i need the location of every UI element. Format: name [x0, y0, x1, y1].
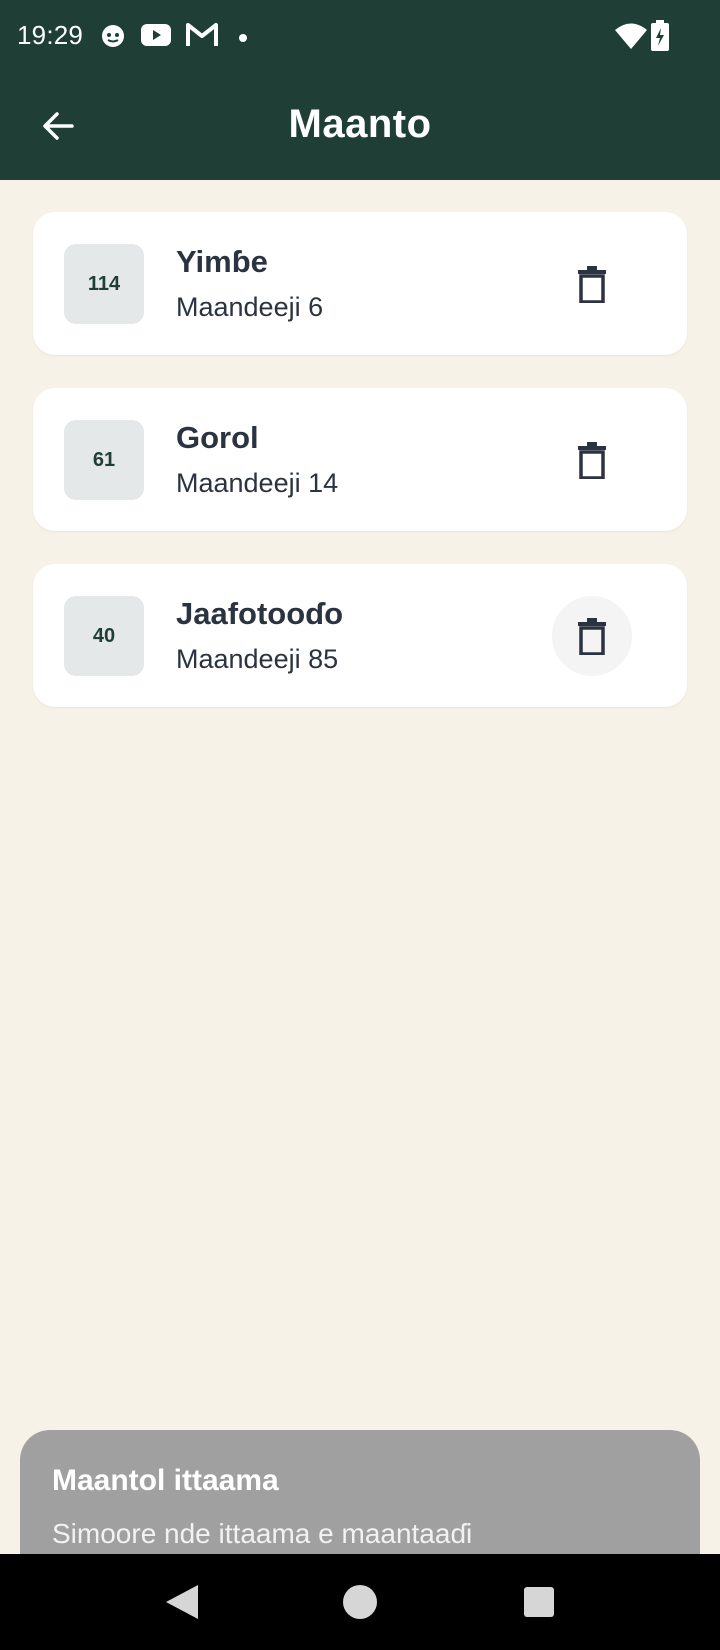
list-item[interactable]: 40 Jaafotooɗo Maandeeji 85	[33, 564, 687, 707]
battery-charging-icon	[650, 20, 670, 57]
item-subtitle: Maandeeji 14	[176, 468, 339, 498]
item-title: Gorol	[176, 420, 259, 455]
item-list: 114 Yimɓe Maandeeji 6 61 Gorol Maandeeji…	[33, 212, 687, 740]
item-title: Jaafotooɗo	[176, 596, 344, 631]
page-title: Maanto	[288, 102, 432, 146]
square-recents-icon	[524, 1587, 554, 1617]
circle-home-icon	[343, 1585, 377, 1619]
delete-button[interactable]	[552, 420, 632, 500]
delete-button[interactable]	[552, 244, 632, 324]
trash-icon	[578, 266, 606, 303]
gmail-icon	[186, 22, 218, 53]
sheet-title: Maantol ittaama	[52, 1464, 279, 1497]
list-item[interactable]: 61 Gorol Maandeeji 14	[33, 388, 687, 531]
count-badge: 40	[64, 596, 144, 676]
dot-icon	[238, 30, 248, 48]
count-badge: 61	[64, 420, 144, 500]
nav-back-button[interactable]	[154, 1574, 210, 1630]
cat-icon	[100, 22, 126, 53]
app-bar: Maanto	[0, 74, 720, 180]
nav-recents-button[interactable]	[511, 1574, 567, 1630]
wifi-icon	[614, 22, 648, 55]
item-title: Yimɓe	[176, 244, 268, 279]
delete-button[interactable]	[552, 596, 632, 676]
item-subtitle: Maandeeji 6	[176, 292, 324, 322]
item-subtitle: Maandeeji 85	[176, 644, 339, 674]
triangle-back-icon	[166, 1585, 198, 1619]
status-time: 19:29	[17, 20, 84, 50]
system-nav-bar	[0, 1554, 720, 1650]
youtube-icon	[140, 22, 172, 53]
list-item[interactable]: 114 Yimɓe Maandeeji 6	[33, 212, 687, 355]
nav-home-button[interactable]	[332, 1574, 388, 1630]
count-badge: 114	[64, 244, 144, 324]
trash-icon	[578, 442, 606, 479]
trash-icon	[578, 618, 606, 655]
status-bar: 19:29	[0, 0, 720, 74]
sheet-subtitle: Simoore nde ittaama e maantaaɗi	[52, 1518, 473, 1549]
